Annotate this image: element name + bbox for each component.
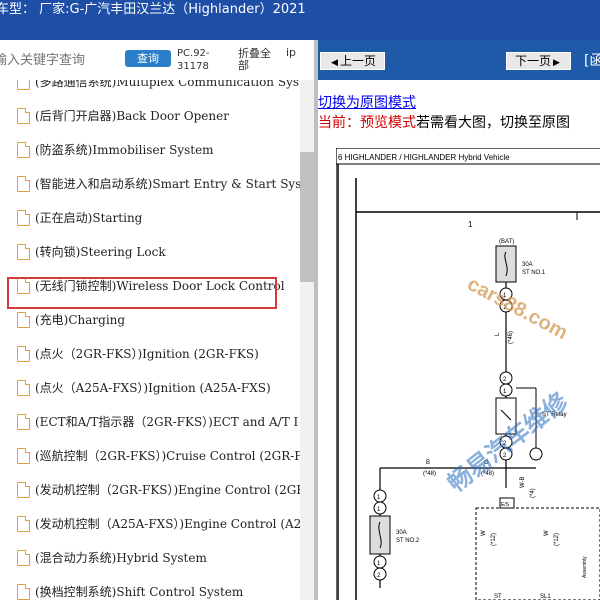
section-number: 1 xyxy=(468,220,473,229)
bat-label: (BAT) xyxy=(499,239,514,245)
file-icon xyxy=(17,142,30,158)
tree-item-label: (点火（2GR-FKS）)Ignition (2GR-FKS) xyxy=(35,347,259,361)
tree-item-label: (混合动力系统)Hybrid System xyxy=(35,551,207,565)
wire-label: (*46) xyxy=(508,331,514,344)
ip-label: ip xyxy=(286,46,297,59)
file-icon xyxy=(17,210,30,226)
tree-item[interactable]: (点火（2GR-FKS）)Ignition (2GR-FKS) xyxy=(0,338,300,372)
tree-item[interactable]: (正在启动)Starting xyxy=(0,202,300,236)
tree-item-label: (发动机控制（A25A-FXS）)Engine Control (A2 xyxy=(35,517,300,531)
tree-item[interactable]: (转向锁)Steering Lock xyxy=(0,236,300,270)
wire-label: W xyxy=(481,530,487,536)
file-icon xyxy=(17,80,30,90)
tree-item[interactable]: (多路通信系统)Multiplex Communication Syste xyxy=(0,80,300,100)
tree-item[interactable]: (后背门开启器)Back Door Opener xyxy=(0,100,300,134)
tree-item-label: (ECT和A/T指示器（2GR-FKS）)ECT and A/T I xyxy=(35,415,299,429)
tree-item[interactable]: (混合动力系统)Hybrid System xyxy=(0,542,300,576)
tree-item[interactable]: (充电)Charging xyxy=(0,304,300,338)
wire-label: (*4) xyxy=(530,488,536,498)
file-icon xyxy=(17,516,30,532)
tree-item-label: (发动机控制（2GR-FKS）)Engine Control (2GF xyxy=(35,483,300,497)
tree-item-label: (巡航控制（2GR-FKS）)Cruise Control (2GR-FI xyxy=(35,449,300,463)
prev-page-label: 上一页 xyxy=(339,54,376,68)
tree-item[interactable]: (换档控制系统)Shift Control System xyxy=(0,576,300,600)
tree-item-label: (充电)Charging xyxy=(35,313,126,327)
title-bar: 车型： 厂家:G-广汽丰田汉兰达（Highlander）2021 xyxy=(0,0,600,40)
tree-item-label: (多路通信系统)Multiplex Communication Syste xyxy=(35,80,300,89)
arrow-left-icon: ◀ xyxy=(331,58,338,68)
page-nav-bar: ◀ 上一页 下一页 ▶ [函 xyxy=(318,40,600,80)
catalog-panel: 查询 PC.92-31178 折叠全部 ip (多路通信系统)Multiplex… xyxy=(0,40,314,600)
tree-item[interactable]: (巡航控制（2GR-FKS）)Cruise Control (2GR-FI xyxy=(0,440,300,474)
file-icon xyxy=(17,482,30,498)
file-icon xyxy=(17,550,30,566)
nav-extra-text: [函 xyxy=(584,53,600,69)
bottom-label: SL1 xyxy=(540,594,551,600)
pc-code-text: PC.92-31178 xyxy=(177,48,210,72)
file-icon xyxy=(17,414,30,430)
tree-item[interactable]: (ECT和A/T指示器（2GR-FKS）)ECT and A/T I xyxy=(0,406,300,440)
tree-item-label: (防盗系统)Immobiliser System xyxy=(35,143,214,157)
tree-item[interactable]: (点火（A25A-FXS）)Ignition (A25A-FXS) xyxy=(0,372,300,406)
search-input[interactable] xyxy=(0,48,114,72)
selection-highlight xyxy=(7,277,277,309)
tree-item[interactable]: (发动机控制（2GR-FKS）)Engine Control (2GF xyxy=(0,474,300,508)
fuse2-rating: 30A xyxy=(396,530,407,536)
wire-label: B xyxy=(426,460,430,466)
wiring-diagram[interactable]: 6 HIGHLANDER / HIGHLANDER Hybrid Vehicle… xyxy=(336,148,600,600)
tree-item-label: (换档控制系统)Shift Control System xyxy=(35,585,244,599)
wire-label: W-B xyxy=(520,476,526,488)
file-icon xyxy=(17,108,30,124)
bottom-label: ST xyxy=(494,594,502,600)
tree-item[interactable]: (防盗系统)Immobiliser System xyxy=(0,134,300,168)
file-icon xyxy=(17,346,30,362)
search-bar: 查询 PC.92-31178 折叠全部 ip xyxy=(0,40,314,80)
arrow-right-icon: ▶ xyxy=(553,58,560,68)
file-icon xyxy=(17,244,30,260)
next-page-button[interactable]: 下一页 ▶ xyxy=(506,52,571,70)
diagram-header: 6 HIGHLANDER / HIGHLANDER Hybrid Vehicle xyxy=(338,153,510,162)
prev-page-button[interactable]: ◀ 上一页 xyxy=(320,52,385,70)
wire-label: (*12) xyxy=(491,533,497,546)
current-mode-prefix: 当前：预览模式 xyxy=(318,115,416,131)
wire-label: (*12) xyxy=(554,533,560,546)
file-icon xyxy=(17,448,30,464)
current-mode-hint: 若需看大图，切换至原图 xyxy=(416,115,570,131)
tree-list: (多路通信系统)Multiplex Communication Syste (后… xyxy=(0,80,300,600)
tree-item-label: (点火（A25A-FXS）)Ignition (A25A-FXS) xyxy=(35,381,271,395)
search-button[interactable]: 查询 xyxy=(125,50,171,67)
tree-item-label: (智能进入和启动系统)Smart Entry & Start Syste xyxy=(35,177,300,191)
file-icon xyxy=(17,312,30,328)
es-label: E/S xyxy=(501,502,510,508)
tree-item-label: (正在启动)Starting xyxy=(35,211,143,225)
fuse1-name: ST NO.1 xyxy=(522,270,546,276)
side-label: Assembly xyxy=(582,556,588,578)
wire-label: W xyxy=(544,530,550,536)
file-icon xyxy=(17,584,30,600)
file-icon xyxy=(17,176,30,192)
wire-label: (*48) xyxy=(423,471,436,477)
tree-item-label: (转向锁)Steering Lock xyxy=(35,245,166,259)
tree-item[interactable]: (发动机控制（A25A-FXS）)Engine Control (A2 xyxy=(0,508,300,542)
tree-item-label: (后背门开启器)Back Door Opener xyxy=(35,109,229,123)
collapse-all-button[interactable]: 折叠全部 xyxy=(238,48,280,72)
switch-original-mode-link[interactable]: 切换为原图模式 xyxy=(318,92,416,112)
title-text: 车型： 厂家:G-广汽丰田汉兰达（Highlander）2021 xyxy=(0,2,306,17)
file-icon xyxy=(17,380,30,396)
viewer-panel: ◀ 上一页 下一页 ▶ [函 切换为原图模式 当前：预览模式若需看大图，切换至原图 … xyxy=(318,40,600,600)
fuse2-name: ST NO.2 xyxy=(396,538,420,544)
current-mode-text: 当前：预览模式若需看大图，切换至原图 xyxy=(318,112,570,132)
scrollbar-thumb[interactable] xyxy=(300,152,314,282)
tree-item[interactable]: (智能进入和启动系统)Smart Entry & Start Syste xyxy=(0,168,300,202)
next-page-label: 下一页 xyxy=(515,54,552,68)
fuse1-rating: 30A xyxy=(522,262,533,268)
